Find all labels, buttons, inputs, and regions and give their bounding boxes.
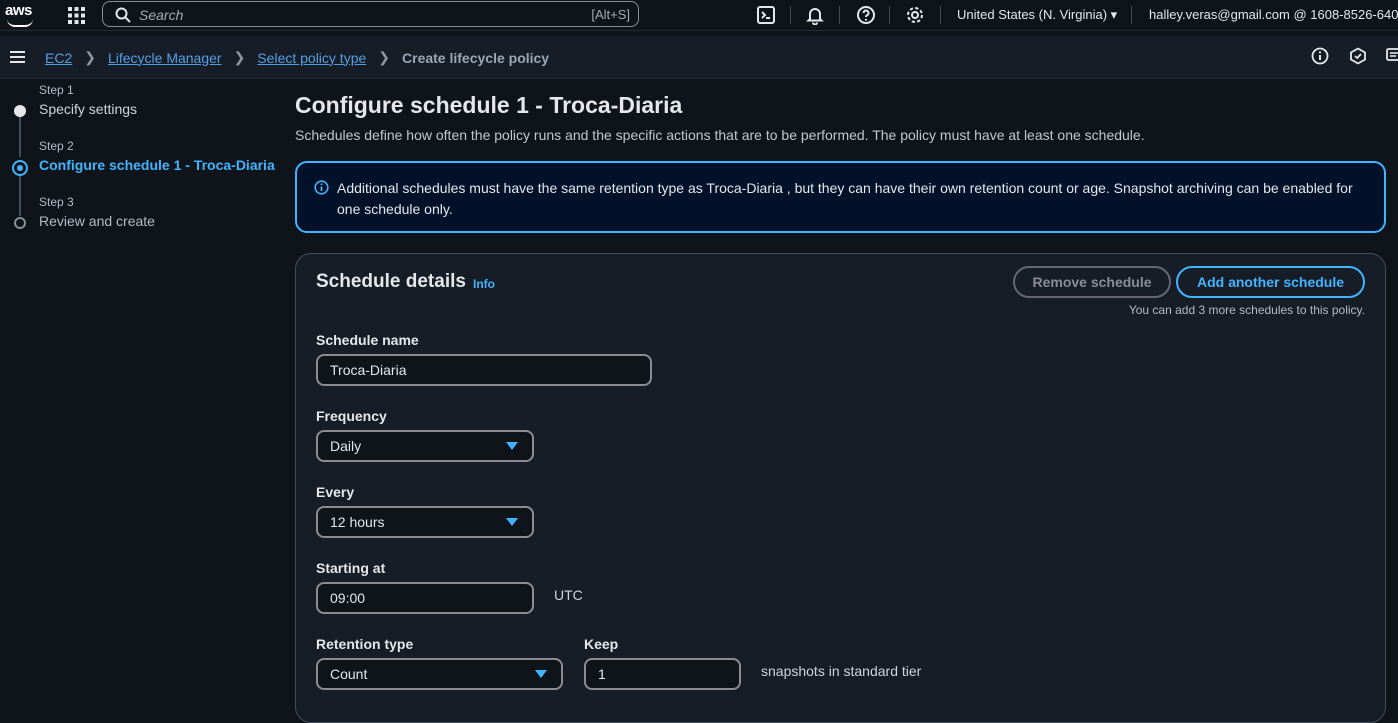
step-2-title: Configure schedule 1 - Troca-Diaria [39,157,275,173]
info-circle-icon [314,180,329,195]
frequency-label: Frequency [316,408,387,424]
frequency-value: Daily [330,438,362,454]
breadcrumb-select-policy-type[interactable]: Select policy type [257,50,366,66]
starting-at-input[interactable]: 09:00 [316,582,534,614]
info-link[interactable]: Info [473,277,495,291]
chevron-right-icon: ❯ [233,49,246,65]
schedule-limit-hint: You can add 3 more schedules to this pol… [1128,303,1365,317]
search-icon [115,7,131,23]
step-3-number: Step 3 [39,195,74,209]
step-2-number: Step 2 [39,139,74,153]
every-select[interactable]: 12 hours [316,506,534,538]
aws-logo-text: aws [5,2,32,19]
account-menu[interactable]: halley.veras@gmail.com @ 1608-8526-6406 [1149,7,1398,22]
keep-count-input[interactable]: 1 [584,658,741,690]
step-3-title: Review and create [39,213,155,229]
starting-at-value: 09:00 [330,590,366,606]
region-selector[interactable]: United States (N. Virginia) ▾ [957,7,1117,23]
menu-icon[interactable] [10,51,25,66]
search-placeholder: Search [139,7,184,23]
retention-type-select[interactable]: Count [316,658,563,690]
page-description: Schedules define how often the policy ru… [295,127,1145,143]
settings-icon[interactable] [905,5,925,25]
feedback-icon[interactable] [1386,47,1398,65]
keep-suffix-text: snapshots in standard tier [761,663,922,679]
schedule-details-title: Schedule details [316,271,466,292]
help-icon[interactable] [856,5,876,25]
services-grid-icon[interactable] [68,7,85,24]
search-input[interactable]: Search [Alt+S] [102,1,639,27]
breadcrumb-current: Create lifecycle policy [402,49,550,66]
remove-schedule-button[interactable]: Remove schedule [1013,266,1171,298]
schedule-details-panel [295,253,1386,723]
retention-type-value: Count [330,666,368,682]
schedule-name-value: Troca-Diaria [330,362,407,378]
keep-label: Keep [584,636,619,652]
page-title: Configure schedule 1 - Troca-Diaria [295,92,683,118]
breadcrumb-lifecycle-manager[interactable]: Lifecycle Manager [108,50,222,66]
step-1[interactable]: Step 1 Specify settings [39,83,137,117]
top-navigation: aws Search [Alt+S] United States (N. Vir… [0,0,1398,31]
keep-count-value: 1 [598,666,606,682]
frequency-select[interactable]: Daily [316,430,534,462]
step-1-title: Specify settings [39,101,138,117]
step-3-pending-icon [14,217,26,229]
breadcrumb-ec2[interactable]: EC2 [45,50,72,66]
timezone-label: UTC [554,587,583,603]
starting-at-label: Starting at [316,560,386,576]
breadcrumb-bar: EC2 ❯ Lifecycle Manager ❯ Select policy … [0,36,1398,79]
caret-down-icon [535,670,547,678]
caret-down-icon [506,442,518,450]
breadcrumb: EC2 ❯ Lifecycle Manager ❯ Select policy … [45,49,549,66]
chevron-right-icon: ❯ [378,49,391,65]
retention-type-label: Retention type [316,636,414,652]
step-2[interactable]: Step 2 Configure schedule 1 - Troca-Diar… [39,139,275,173]
schedule-name-label: Schedule name [316,332,419,348]
cloudshell-icon[interactable] [756,5,776,25]
caret-down-icon [506,518,518,526]
every-value: 12 hours [330,514,385,530]
info-icon[interactable] [1311,47,1329,65]
aws-logo[interactable]: aws [5,2,33,27]
step-3: Step 3 Review and create [39,195,155,229]
add-another-schedule-button[interactable]: Add another schedule [1176,266,1365,298]
schedule-name-input[interactable]: Troca-Diaria [316,354,652,386]
every-label: Every [316,484,355,500]
bell-icon[interactable] [805,5,825,25]
info-alert: Additional schedules must have the same … [295,161,1386,233]
step-1-complete-icon [14,105,26,117]
search-shortcut: [Alt+S] [591,7,630,22]
step-1-number: Step 1 [39,83,74,97]
alert-text: Additional schedules must have the same … [337,180,1353,217]
shield-icon[interactable] [1349,47,1367,65]
step-2-current-icon [12,160,28,176]
chevron-right-icon: ❯ [84,49,96,65]
